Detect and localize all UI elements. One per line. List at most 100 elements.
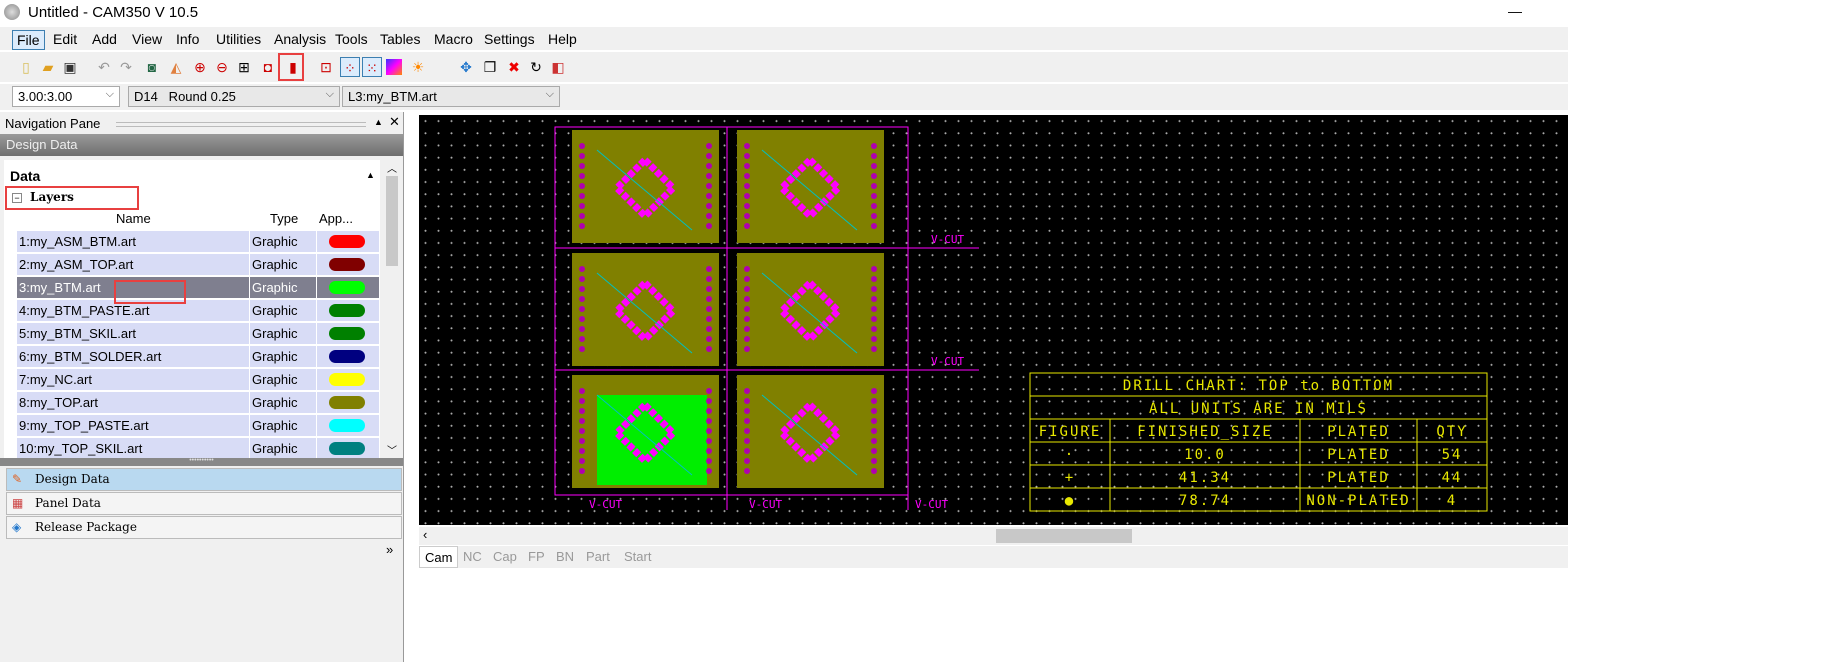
design-data-button[interactable]: ✎ Design Data — [6, 468, 402, 491]
save-icon[interactable]: ▣ — [60, 57, 80, 77]
pad — [706, 438, 712, 444]
vcut-label: V-CUT — [931, 355, 964, 368]
zoom-in-icon[interactable]: ⊕ — [190, 57, 210, 77]
layer-colors-icon[interactable] — [386, 59, 402, 75]
scroll-up-icon[interactable]: ︿ — [387, 160, 397, 175]
pad — [706, 408, 712, 414]
layer-color-swatch[interactable] — [317, 346, 379, 367]
menu-help[interactable]: Help — [544, 30, 581, 48]
cam-canvas[interactable]: V-CUT V-CUT V-CUT V-CUT V-CUT DRILL CHART: TO… — [419, 115, 1568, 525]
design-data-header: Design Data — [0, 134, 403, 156]
dcode-select[interactable]: D14 Round 0.25 ⌵ — [128, 86, 340, 107]
column-appearance[interactable]: App... — [319, 211, 353, 226]
pad — [871, 143, 877, 149]
layer-color-swatch[interactable] — [317, 438, 379, 459]
menu-macro[interactable]: Macro — [430, 30, 477, 48]
scroll-down-icon[interactable]: ﹀ — [387, 442, 397, 457]
pad — [871, 438, 877, 444]
pad — [579, 316, 585, 322]
more-buttons-icon[interactable]: » — [386, 542, 393, 557]
pad — [706, 223, 712, 229]
color-blob-icon — [329, 373, 365, 386]
mirror-icon[interactable]: ◧ — [548, 57, 568, 77]
menu-settings[interactable]: Settings — [480, 30, 539, 48]
delete-icon[interactable]: ✖ — [504, 57, 524, 77]
pad — [744, 153, 750, 159]
horizontal-scrollbar[interactable]: ‹ — [419, 527, 1568, 545]
zoom-all-icon[interactable]: ◘ — [258, 57, 278, 77]
layer-name: 10:my_TOP_SKIL.art — [17, 438, 249, 459]
menu-tools[interactable]: Tools — [331, 30, 372, 48]
menu-edit[interactable]: Edit — [49, 30, 81, 48]
pad — [744, 286, 750, 292]
menu-tables[interactable]: Tables — [376, 30, 424, 48]
layer-color-swatch[interactable] — [317, 323, 379, 344]
minimize-button[interactable]: — — [1508, 3, 1522, 19]
pad — [579, 306, 585, 312]
copy-icon[interactable]: ❐ — [480, 57, 500, 77]
tab-cap[interactable]: Cap — [493, 549, 517, 564]
layer-type: Graphic — [250, 300, 316, 321]
tab-nc[interactable]: NC — [463, 549, 482, 564]
zoom-window-icon[interactable]: ⊞ — [234, 57, 254, 77]
query-icon[interactable]: ◙ — [142, 57, 162, 77]
layer-select[interactable]: L3:my_BTM.art ⌵ — [342, 86, 560, 107]
highlight-icon[interactable]: ☀ — [408, 57, 428, 77]
eraser-icon[interactable]: ◭ — [166, 57, 186, 77]
pin-icon[interactable]: ▲ — [374, 117, 383, 127]
menu-utilities[interactable]: Utilities — [212, 30, 265, 48]
pad — [706, 266, 712, 272]
pad — [871, 326, 877, 332]
chevron-down-icon: ⌵ — [105, 88, 114, 100]
pcb-board — [572, 130, 719, 243]
layer-color-swatch[interactable] — [317, 392, 379, 413]
layer-name: 7:my_NC.art — [17, 369, 249, 390]
splitter[interactable]: •••••••••• — [0, 457, 403, 466]
column-name[interactable]: Name — [116, 211, 151, 226]
pad — [744, 266, 750, 272]
scroll-left-icon[interactable]: ‹ — [423, 527, 427, 542]
layer-color-swatch[interactable] — [317, 277, 379, 298]
move-icon[interactable]: ✥ — [456, 57, 476, 77]
scroll-thumb[interactable] — [996, 529, 1132, 543]
menu-file[interactable]: File — [12, 30, 45, 50]
column-type[interactable]: Type — [270, 211, 298, 226]
grid-select[interactable]: 3.00:3.00 ⌵ — [12, 86, 120, 107]
layer-color-swatch[interactable] — [317, 369, 379, 390]
open-folder-icon[interactable]: ▰ — [38, 57, 58, 77]
tab-part[interactable]: Part — [586, 549, 610, 564]
tab-cam[interactable]: Cam — [419, 546, 459, 568]
layer-color-swatch[interactable] — [317, 254, 379, 275]
new-file-icon[interactable]: ▯ — [16, 57, 36, 77]
tab-bn[interactable]: BN — [556, 549, 574, 564]
menu-add[interactable]: Add — [88, 30, 121, 48]
rotate-icon[interactable]: ↻ — [526, 57, 546, 77]
pad — [871, 448, 877, 454]
pad — [579, 203, 585, 209]
panel-data-button[interactable]: ▦ Panel Data — [6, 492, 402, 515]
release-package-button[interactable]: ◈ Release Package — [6, 516, 402, 539]
snap-icon[interactable]: ⊡ — [316, 57, 336, 77]
collapse-icon[interactable]: ▲ — [366, 170, 375, 180]
color-blob-icon — [329, 281, 365, 294]
window-title: Untitled - CAM350 V 10.5 — [28, 4, 199, 21]
drill-chart-cell: 41.34 — [1179, 470, 1231, 486]
undo-icon[interactable]: ↶ — [94, 57, 114, 77]
snap-grid-icon[interactable]: ⁘ — [340, 57, 360, 77]
close-icon[interactable]: ✕ — [389, 114, 400, 130]
menu-info[interactable]: Info — [172, 30, 203, 48]
visible-grid-icon[interactable]: ⁙ — [362, 57, 382, 77]
tab-fp[interactable]: FP — [528, 549, 545, 564]
layer-scrollbar[interactable]: ︿ ﹀ — [384, 158, 400, 460]
layer-color-swatch[interactable] — [317, 415, 379, 436]
color-blob-icon — [329, 304, 365, 317]
layer-color-swatch[interactable] — [317, 300, 379, 321]
drag-grip[interactable] — [116, 122, 366, 127]
tab-start[interactable]: Start — [624, 549, 651, 564]
menu-analysis[interactable]: Analysis — [270, 30, 330, 48]
layer-color-swatch[interactable] — [317, 231, 379, 252]
zoom-out-icon[interactable]: ⊖ — [212, 57, 232, 77]
redo-icon[interactable]: ↷ — [116, 57, 136, 77]
menu-view[interactable]: View — [128, 30, 166, 48]
scroll-thumb[interactable] — [386, 176, 398, 266]
